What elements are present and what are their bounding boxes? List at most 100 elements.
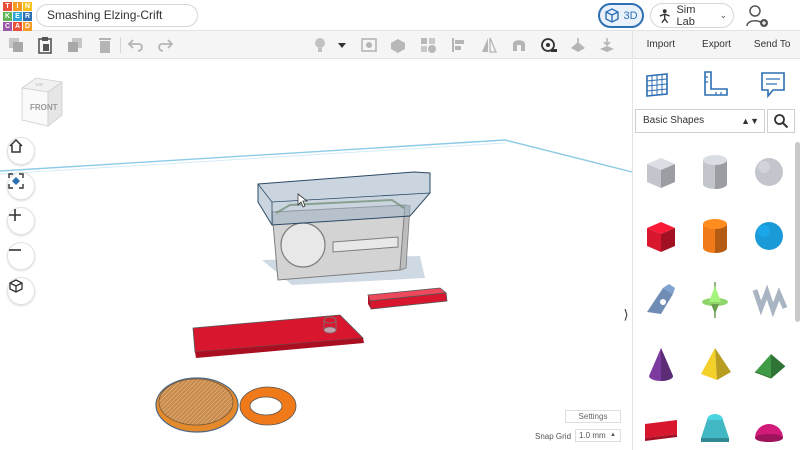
zoom-out-button[interactable] bbox=[7, 242, 35, 270]
cone-icon bbox=[649, 348, 673, 381]
view-cube[interactable]: FRONT TOP bbox=[20, 77, 64, 127]
caret-up-icon: ▲ bbox=[610, 432, 616, 438]
chevron-down-icon: ⌄ bbox=[719, 10, 727, 20]
shape-box-hole[interactable] bbox=[635, 142, 687, 202]
chevron-right-icon[interactable]: ⟩ bbox=[620, 306, 632, 324]
cube-icon bbox=[605, 7, 620, 23]
import-button[interactable]: Import bbox=[633, 39, 689, 50]
workplane-edge bbox=[0, 139, 632, 173]
workplane-icon[interactable] bbox=[569, 36, 587, 54]
shape-category-select[interactable]: Basic Shapes ▲▼ bbox=[635, 109, 765, 133]
view-3d-label: 3D bbox=[623, 9, 638, 22]
orange-ring-shape[interactable] bbox=[239, 386, 297, 426]
shape-sphere-hole[interactable] bbox=[743, 142, 795, 202]
search-icon bbox=[774, 114, 789, 129]
edit-toolbar bbox=[0, 31, 632, 59]
shape-box[interactable] bbox=[635, 206, 687, 266]
light-bulb-icon[interactable] bbox=[311, 36, 329, 54]
home-view-button[interactable] bbox=[7, 137, 35, 165]
cylinder-icon bbox=[703, 219, 727, 253]
paste-icon[interactable] bbox=[36, 36, 54, 54]
shape-sphere[interactable] bbox=[743, 206, 795, 266]
shape-shape-generator[interactable] bbox=[689, 270, 741, 330]
view-cube-top-label: TOP bbox=[35, 82, 43, 87]
shape-half-sphere[interactable] bbox=[743, 398, 795, 450]
notes-panel-icon[interactable] bbox=[757, 68, 789, 100]
view-3d-button[interactable]: 3D bbox=[598, 3, 644, 28]
delete-icon[interactable] bbox=[96, 36, 114, 54]
scribble-icon bbox=[647, 284, 675, 314]
hole-solid-icon[interactable] bbox=[389, 36, 407, 54]
perspective-button[interactable] bbox=[7, 277, 35, 305]
tinkercad-logo[interactable]: TIN KER CAD bbox=[3, 2, 32, 31]
shape-half-cylinder[interactable] bbox=[689, 398, 741, 450]
workplane-canvas[interactable]: FRONT TOP Settings Snap Grid 1.0 mm ▲ ⟩ bbox=[0, 60, 632, 450]
shape-pyramid[interactable] bbox=[689, 334, 741, 394]
cruise-icon[interactable] bbox=[510, 36, 528, 54]
shape-text-shape-gray[interactable] bbox=[743, 270, 795, 330]
ruler-icon[interactable] bbox=[540, 36, 558, 54]
zoom-out-icon bbox=[9, 249, 21, 251]
shape-cylinder[interactable] bbox=[689, 206, 741, 266]
shape-generator-icon bbox=[702, 282, 728, 318]
sphere-hole-icon bbox=[755, 158, 783, 186]
copy-icon[interactable] bbox=[7, 36, 25, 54]
shape-roof[interactable] bbox=[743, 334, 795, 394]
shape-dropdown-icon[interactable] bbox=[336, 36, 348, 54]
mirror-icon[interactable] bbox=[480, 36, 498, 54]
sim-lab-icon bbox=[659, 8, 670, 23]
zoom-in-icon bbox=[9, 209, 21, 221]
logo-letter: I bbox=[13, 2, 22, 11]
shape-cone[interactable] bbox=[635, 334, 687, 394]
sphere-icon bbox=[755, 222, 783, 250]
cylinder-hole-icon bbox=[703, 155, 727, 189]
shape-search-button[interactable] bbox=[767, 109, 795, 133]
note-icon[interactable] bbox=[360, 36, 378, 54]
logo-letter: C bbox=[3, 22, 12, 31]
snap-grid-select[interactable]: 1.0 mm ▲ bbox=[575, 429, 621, 442]
duplicate-icon[interactable] bbox=[66, 36, 84, 54]
drop-icon[interactable] bbox=[598, 36, 616, 54]
file-actions-bar: Import Export Send To bbox=[632, 31, 800, 59]
undo-icon[interactable] bbox=[127, 36, 145, 54]
group-icon[interactable] bbox=[419, 36, 437, 54]
logo-letter: N bbox=[23, 2, 32, 11]
select-arrows-icon: ▲▼ bbox=[741, 116, 759, 126]
shape-category-label: Basic Shapes bbox=[643, 115, 705, 126]
fit-view-icon bbox=[8, 173, 24, 189]
align-icon[interactable] bbox=[450, 36, 468, 54]
fit-view-button[interactable] bbox=[7, 172, 35, 200]
pyramid-icon bbox=[701, 348, 731, 380]
workplane-scene[interactable]: FRONT TOP bbox=[0, 60, 632, 450]
shapes-panel: Basic Shapes ▲▼ bbox=[632, 60, 800, 450]
panel-scrollbar[interactable] bbox=[795, 142, 800, 322]
red-plate-shape[interactable] bbox=[192, 314, 364, 358]
text-icon bbox=[645, 420, 677, 441]
project-title-input[interactable]: Smashing Elzing-Crift bbox=[36, 4, 198, 27]
grid-panel-icon[interactable] bbox=[641, 68, 673, 100]
roof-icon bbox=[754, 354, 786, 379]
shape-scribble[interactable] bbox=[635, 270, 687, 330]
box-hole-icon bbox=[647, 158, 675, 188]
sim-lab-button[interactable]: Sim Lab ⌄ bbox=[650, 3, 734, 28]
export-button[interactable]: Export bbox=[689, 39, 745, 50]
zoom-in-button[interactable] bbox=[7, 207, 35, 235]
half-sphere-icon bbox=[755, 424, 783, 442]
send-to-button[interactable]: Send To bbox=[744, 39, 800, 50]
toolbar-divider bbox=[120, 37, 121, 53]
logo-letter: T bbox=[3, 2, 12, 11]
redo-icon[interactable] bbox=[156, 36, 174, 54]
text-shape-gray-icon bbox=[752, 284, 788, 318]
home-icon bbox=[9, 138, 23, 153]
shape-cylinder-hole[interactable] bbox=[689, 142, 741, 202]
orange-disc-shape[interactable] bbox=[155, 377, 239, 433]
box-icon bbox=[647, 222, 675, 252]
ruler-panel-icon[interactable] bbox=[699, 68, 731, 100]
top-bar: TIN KER CAD Smashing Elzing-Crift 3D Sim L… bbox=[0, 0, 800, 31]
settings-button[interactable]: Settings bbox=[565, 410, 621, 423]
logo-letter: A bbox=[13, 22, 22, 31]
shape-text[interactable] bbox=[635, 398, 687, 450]
view-cube-front-label: FRONT bbox=[30, 103, 58, 112]
add-user-icon[interactable] bbox=[745, 4, 769, 28]
red-bar-shape[interactable] bbox=[367, 287, 448, 310]
